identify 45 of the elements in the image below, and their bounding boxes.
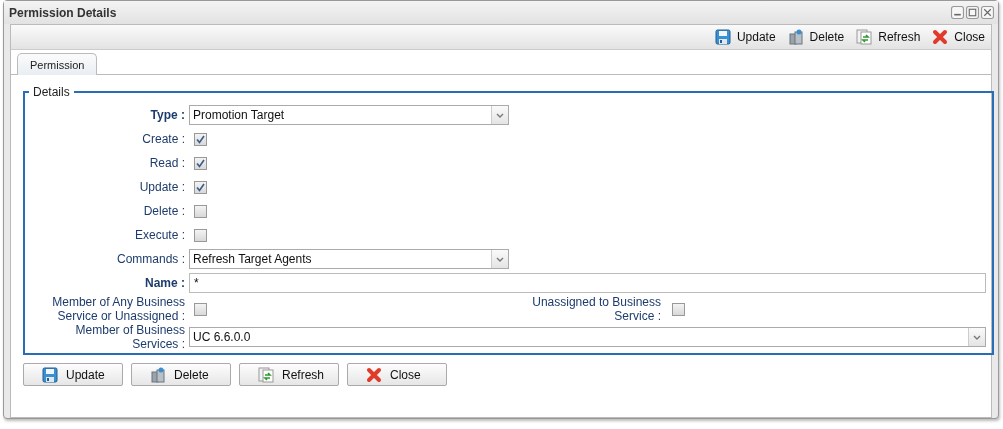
close-icon: [932, 29, 949, 45]
trash-bin-icon: [150, 366, 166, 383]
field-label: Commands :: [116, 252, 185, 266]
dropdown[interactable]: Promotion Target: [189, 105, 509, 125]
chevron-down-icon: [496, 256, 504, 262]
checkbox[interactable]: [194, 228, 207, 242]
checkbox[interactable]: [194, 204, 207, 218]
field-label: Member of Business Services :: [75, 323, 185, 351]
document-arrows-icon: [856, 29, 873, 45]
action-button[interactable]: Refresh: [239, 363, 339, 386]
name-field[interactable]: *: [189, 273, 986, 293]
chevron-down-icon: [973, 334, 981, 340]
trash-bin-icon: [787, 29, 804, 45]
checkbox[interactable]: [194, 302, 207, 316]
document-arrows-icon: [258, 366, 274, 383]
action-button[interactable]: Close: [347, 363, 447, 386]
action-button[interactable]: Delete: [131, 363, 231, 386]
chevron-down-icon: [496, 112, 504, 118]
maximize-icon[interactable]: [966, 6, 979, 19]
field-label: Type :: [150, 108, 185, 122]
field-label: Member of Any Business Service or Unassigned :: [51, 295, 185, 323]
field-label: Update :: [139, 180, 185, 194]
field-label: Delete :: [143, 204, 185, 218]
checkbox[interactable]: [194, 156, 207, 170]
dropdown[interactable]: UC 6.6.0.0: [189, 327, 986, 347]
window-title: Permission Details: [9, 5, 117, 20]
checkbox[interactable]: [194, 180, 207, 194]
toolbar-button[interactable]: Delete: [783, 27, 849, 47]
field-label: Name :: [145, 276, 185, 290]
field-label: Execute :: [134, 228, 185, 242]
dropdown[interactable]: Refresh Target Agents: [189, 249, 509, 269]
field-label: Create :: [142, 132, 185, 146]
field-label: Unassigned to Business Service :: [531, 295, 661, 323]
toolbar-button[interactable]: Refresh: [852, 27, 925, 47]
action-button[interactable]: Update: [23, 363, 123, 386]
toolbar-button[interactable]: Update: [710, 27, 780, 47]
close-icon[interactable]: [981, 6, 994, 19]
tab[interactable]: Permission: [17, 53, 98, 75]
checkbox[interactable]: [672, 302, 685, 316]
section-title: Details: [32, 85, 71, 99]
checkbox[interactable]: [194, 132, 207, 146]
close-icon: [366, 366, 382, 383]
field-label: Read :: [149, 156, 185, 170]
minimize-icon[interactable]: [951, 6, 964, 19]
toolbar-button[interactable]: Close: [928, 27, 989, 47]
